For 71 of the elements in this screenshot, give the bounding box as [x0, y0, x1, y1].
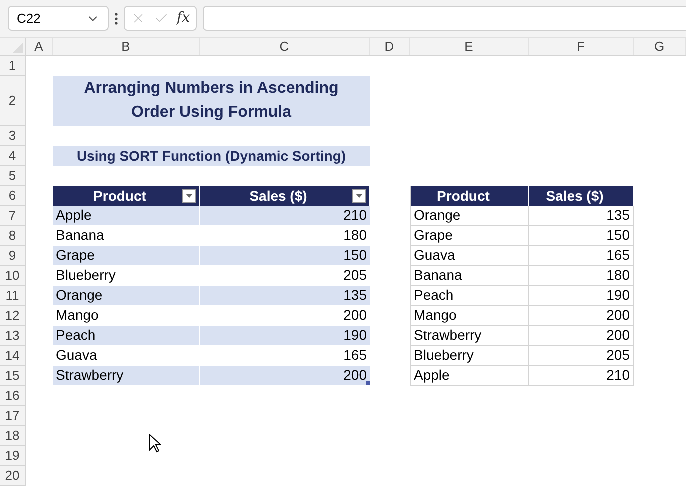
- table-cell: Banana: [410, 266, 529, 286]
- row-header[interactable]: 12: [0, 306, 26, 326]
- row-header[interactable]: 1: [0, 56, 26, 76]
- table-cell: Orange: [410, 206, 529, 226]
- row-header[interactable]: 14: [0, 346, 26, 366]
- row-header[interactable]: 3: [0, 126, 26, 146]
- table-cell: 135: [529, 206, 634, 226]
- table-cell: 200: [200, 366, 370, 386]
- mouse-pointer-icon: [149, 434, 161, 453]
- table-cell: 200: [529, 306, 634, 326]
- table-cell: Strawberry: [410, 326, 529, 346]
- table-cell: Mango: [410, 306, 529, 326]
- row-header[interactable]: 6: [0, 186, 26, 206]
- table-cell: 150: [200, 246, 370, 266]
- table-cell: 135: [200, 286, 370, 306]
- row-header[interactable]: 17: [0, 406, 26, 426]
- row-header[interactable]: 8: [0, 226, 26, 246]
- section-heading: Using SORT Function (Dynamic Sorting): [53, 146, 370, 166]
- table-header-cell: Product: [53, 186, 200, 206]
- column-header[interactable]: A: [26, 38, 53, 55]
- table-cell: Apple: [53, 206, 200, 226]
- table-cell: 180: [529, 266, 634, 286]
- row-header[interactable]: 11: [0, 286, 26, 306]
- table-cell: Apple: [410, 366, 529, 386]
- row-header[interactable]: 15: [0, 366, 26, 386]
- table-header-cell: Sales ($): [200, 186, 370, 206]
- filter-button[interactable]: [182, 189, 196, 203]
- caret-icon: [186, 194, 192, 198]
- table-cell: 205: [529, 346, 634, 366]
- table-cell: Blueberry: [410, 346, 529, 366]
- resize-handle-icon: [366, 381, 370, 385]
- row-header[interactable]: 4: [0, 146, 26, 166]
- column-header[interactable]: F: [529, 38, 634, 55]
- table-cell: Grape: [410, 226, 529, 246]
- table-cell: 190: [529, 286, 634, 306]
- table-cell: Peach: [410, 286, 529, 306]
- column-header[interactable]: G: [634, 38, 686, 55]
- row-header[interactable]: 7: [0, 206, 26, 226]
- table-cell: 165: [529, 246, 634, 266]
- sheet-title: Arranging Numbers in Ascending Order Using Formula: [53, 76, 370, 126]
- table-cell: 200: [529, 326, 634, 346]
- name-box[interactable]: C22: [8, 6, 109, 31]
- row-header[interactable]: 10: [0, 266, 26, 286]
- insert-function-button[interactable]: fx: [176, 8, 190, 29]
- table-cell: Peach: [53, 326, 200, 346]
- row-header[interactable]: 16: [0, 386, 26, 406]
- table-cell: 210: [200, 206, 370, 226]
- column-header[interactable]: C: [200, 38, 370, 55]
- table-header-cell: Sales ($): [529, 186, 634, 206]
- table-cell: 150: [529, 226, 634, 246]
- row-header[interactable]: 19: [0, 446, 26, 466]
- row-header[interactable]: 13: [0, 326, 26, 346]
- caret-icon: [356, 194, 362, 198]
- column-header[interactable]: B: [53, 38, 200, 55]
- column-header[interactable]: D: [370, 38, 410, 55]
- table-cell: Grape: [53, 246, 200, 266]
- table-cell: Guava: [410, 246, 529, 266]
- table-cell: Strawberry: [53, 366, 200, 386]
- table-cell: Orange: [53, 286, 200, 306]
- row-header[interactable]: 20: [0, 466, 26, 486]
- more-options-icon[interactable]: [115, 12, 118, 24]
- row-header[interactable]: 9: [0, 246, 26, 266]
- formula-input[interactable]: [203, 6, 686, 31]
- row-header[interactable]: 2: [0, 76, 26, 126]
- filter-button[interactable]: [352, 189, 366, 203]
- table-cell: 190: [200, 326, 370, 346]
- row-header[interactable]: 5: [0, 166, 26, 186]
- row-header[interactable]: 18: [0, 426, 26, 446]
- column-header[interactable]: E: [410, 38, 529, 55]
- table-header-cell: Product: [410, 186, 529, 206]
- table-cell: 210: [529, 366, 634, 386]
